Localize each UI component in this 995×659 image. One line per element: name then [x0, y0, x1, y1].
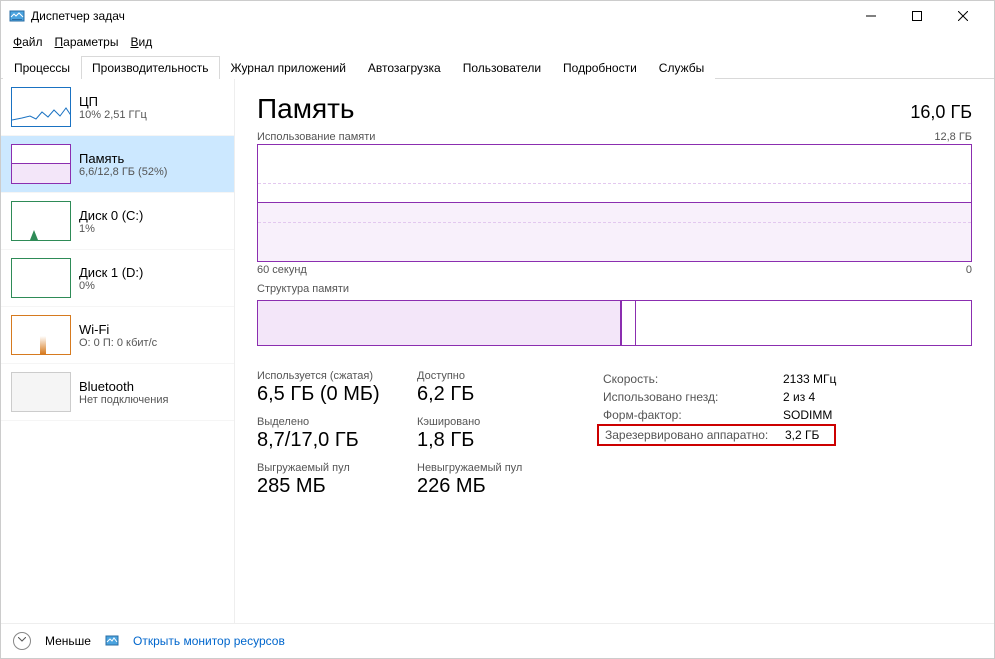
menu-options[interactable]: Параметры: [51, 33, 123, 51]
sidebar-item-label: Память: [79, 151, 167, 166]
disk1-thumbnail: [11, 258, 71, 298]
titlebar: Диспетчер задач: [1, 1, 994, 31]
metric-cached-label: Кэшировано: [417, 416, 567, 428]
detail-slots-val: 2 из 4: [783, 390, 815, 404]
usage-graph-label: Использование памяти: [257, 131, 375, 143]
metric-avail-value: 6,2 ГБ: [417, 383, 567, 406]
detail-form-val: SODIMM: [783, 408, 832, 422]
detail-slots-key: Использовано гнезд:: [603, 390, 773, 404]
minimize-button[interactable]: [848, 1, 894, 31]
bluetooth-thumbnail: [11, 372, 71, 412]
cpu-thumbnail: [11, 87, 71, 127]
detail-speed-val: 2133 МГц: [783, 372, 836, 386]
sidebar-item-label: ЦП: [79, 94, 147, 109]
detail-reserved-key: Зарезервировано аппаратно:: [605, 428, 775, 442]
sidebar-item-label: Диск 1 (D:): [79, 265, 143, 280]
main-panel: Память 16,0 ГБ Использование памяти 12,8…: [235, 79, 994, 623]
performance-sidebar: ЦП 10% 2,51 ГГц Память 6,6/12,8 ГБ (52%)…: [1, 79, 235, 623]
sidebar-item-sub: Нет подключения: [79, 394, 168, 406]
xaxis-left: 60 секунд: [257, 264, 307, 276]
sidebar-item-bluetooth[interactable]: Bluetooth Нет подключения: [1, 364, 234, 421]
sidebar-item-disk1[interactable]: Диск 1 (D:) 0%: [1, 250, 234, 307]
sidebar-item-label: Wi-Fi: [79, 322, 157, 337]
sidebar-item-label: Диск 0 (C:): [79, 208, 143, 223]
detail-reserved-row: Зарезервировано аппаратно: 3,2 ГБ: [597, 424, 836, 446]
sidebar-item-sub: 6,6/12,8 ГБ (52%): [79, 166, 167, 178]
menubar: Файл Параметры Вид: [1, 31, 994, 55]
memory-total: 16,0 ГБ: [910, 102, 972, 123]
disk0-thumbnail: [11, 201, 71, 241]
maximize-button[interactable]: [894, 1, 940, 31]
metric-paged-value: 285 МБ: [257, 475, 407, 498]
metric-commit-value: 8,7/17,0 ГБ: [257, 429, 407, 452]
task-manager-window: Диспетчер задач Файл Параметры Вид Проце…: [0, 0, 995, 659]
content-area: ЦП 10% 2,51 ГГц Память 6,6/12,8 ГБ (52%)…: [1, 79, 994, 623]
tab-startup[interactable]: Автозагрузка: [357, 56, 452, 79]
sidebar-item-sub: 1%: [79, 223, 143, 235]
sidebar-item-cpu[interactable]: ЦП 10% 2,51 ГГц: [1, 79, 234, 136]
xaxis-right: 0: [966, 264, 972, 276]
sidebar-item-disk0[interactable]: Диск 0 (C:) 1%: [1, 193, 234, 250]
fewer-details-link[interactable]: Меньше: [45, 634, 91, 648]
sidebar-item-wifi[interactable]: Wi-Fi О: 0 П: 0 кбит/с: [1, 307, 234, 364]
tab-users[interactable]: Пользователи: [452, 56, 552, 79]
metric-avail-label: Доступно: [417, 370, 567, 382]
metric-nonpaged-label: Невыгружаемый пул: [417, 462, 567, 474]
sidebar-item-sub: 0%: [79, 280, 143, 292]
page-title: Память: [257, 93, 355, 125]
window-controls: [848, 1, 986, 31]
tab-processes[interactable]: Процессы: [3, 56, 81, 79]
tab-services[interactable]: Службы: [648, 56, 715, 79]
collapse-icon[interactable]: [13, 632, 31, 650]
metric-commit-label: Выделено: [257, 416, 407, 428]
menu-file[interactable]: Файл: [9, 33, 47, 51]
metric-cached-value: 1,8 ГБ: [417, 429, 567, 452]
metric-used-label: Используется (сжатая): [257, 370, 407, 382]
memory-thumbnail: [11, 144, 71, 184]
struct-graph-label: Структура памяти: [257, 283, 349, 295]
detail-reserved-val: 3,2 ГБ: [785, 428, 819, 442]
tab-app-history[interactable]: Журнал приложений: [220, 56, 357, 79]
sidebar-item-memory[interactable]: Память 6,6/12,8 ГБ (52%): [1, 136, 234, 193]
app-icon: [9, 8, 25, 24]
metric-nonpaged-value: 226 МБ: [417, 475, 567, 498]
sidebar-item-label: Bluetooth: [79, 379, 168, 394]
metric-used-value: 6,5 ГБ (0 МБ): [257, 383, 407, 406]
wifi-thumbnail: [11, 315, 71, 355]
window-title: Диспетчер задач: [31, 9, 848, 23]
detail-form-key: Форм-фактор:: [603, 408, 773, 422]
metric-paged-label: Выгружаемый пул: [257, 462, 407, 474]
sidebar-item-sub: О: 0 П: 0 кбит/с: [79, 337, 157, 349]
close-button[interactable]: [940, 1, 986, 31]
open-resource-monitor-link[interactable]: Открыть монитор ресурсов: [133, 634, 285, 648]
memory-usage-graph: [257, 144, 972, 262]
metrics-grid: Используется (сжатая) 6,5 ГБ (0 МБ) Дост…: [257, 370, 567, 498]
resource-monitor-icon: [105, 634, 119, 648]
memory-composition-graph: [257, 300, 972, 346]
footer: Меньше Открыть монитор ресурсов: [1, 623, 994, 658]
tab-performance[interactable]: Производительность: [81, 56, 219, 79]
menu-view[interactable]: Вид: [126, 33, 156, 51]
details-table: Скорость: 2133 МГц Использовано гнезд: 2…: [603, 370, 836, 498]
detail-speed-key: Скорость:: [603, 372, 773, 386]
tab-details[interactable]: Подробности: [552, 56, 648, 79]
usage-graph-max: 12,8 ГБ: [934, 131, 972, 143]
tabs: Процессы Производительность Журнал прило…: [1, 55, 994, 79]
sidebar-item-sub: 10% 2,51 ГГц: [79, 109, 147, 121]
